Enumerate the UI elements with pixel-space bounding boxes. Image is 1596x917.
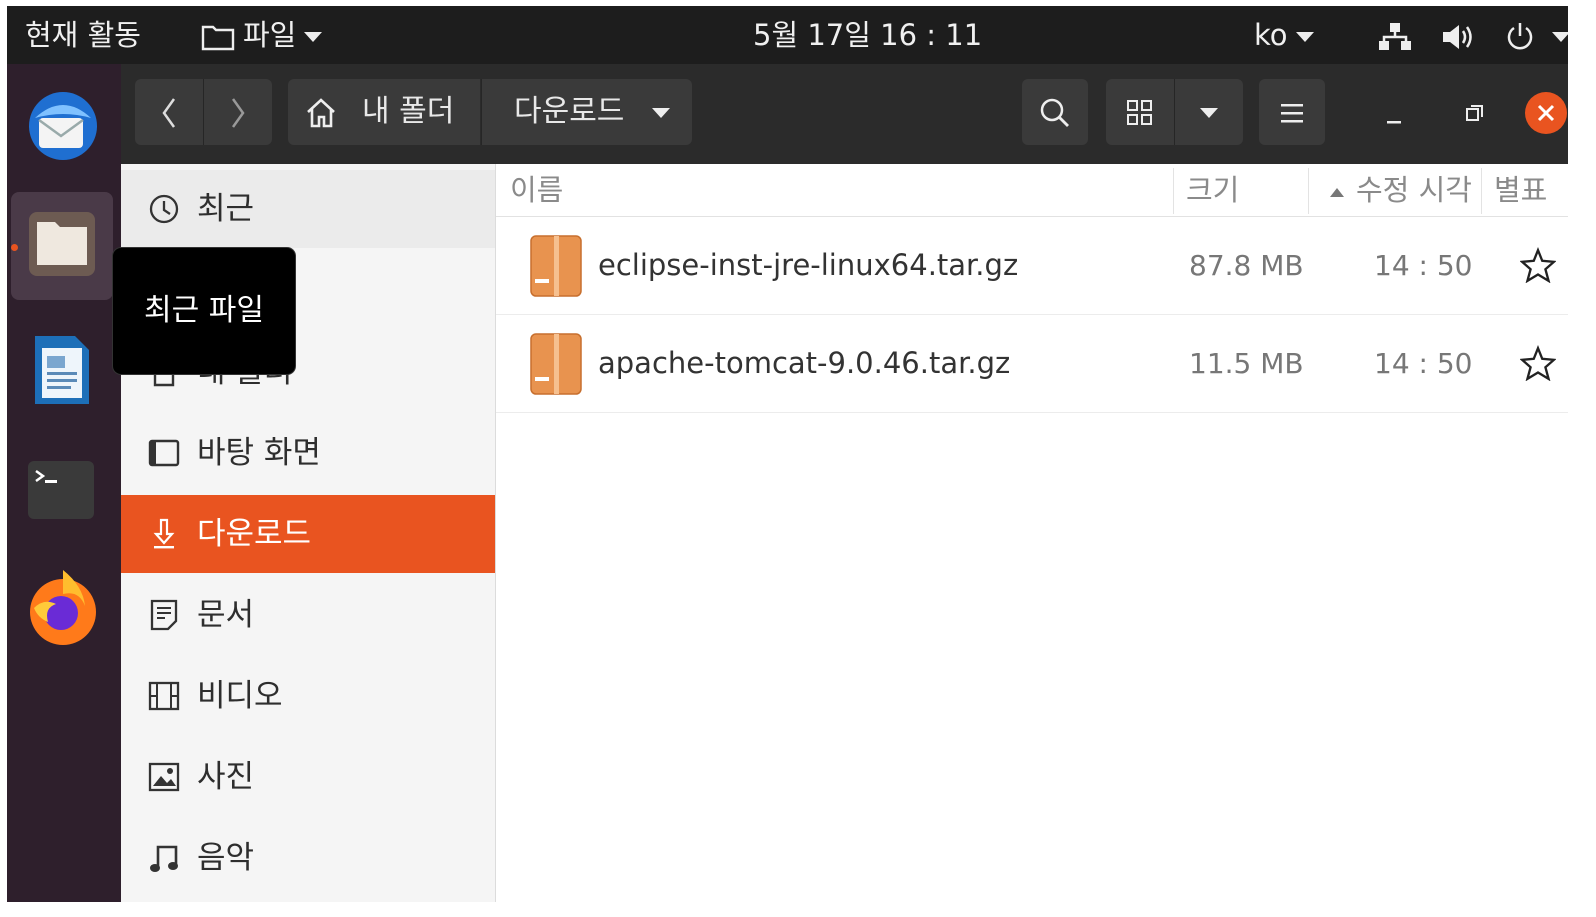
column-header-size[interactable]: 크기 bbox=[1186, 164, 1239, 216]
view-grid-button[interactable] bbox=[1106, 79, 1174, 145]
column-separator bbox=[1173, 168, 1174, 214]
close-icon bbox=[1537, 104, 1555, 122]
sidebar-item-label: 음악 bbox=[197, 840, 255, 876]
sidebar-item-pictures[interactable]: 사진 bbox=[121, 738, 495, 816]
video-icon bbox=[148, 681, 180, 711]
caret-down-icon bbox=[1552, 32, 1568, 42]
sidebar-item-recent[interactable]: 최근 bbox=[121, 170, 495, 248]
star-icon[interactable] bbox=[1520, 345, 1556, 381]
dock-writer[interactable] bbox=[7, 314, 121, 424]
search-button[interactable] bbox=[1022, 79, 1088, 145]
path-current-label: 다운로드 bbox=[514, 94, 625, 129]
music-icon bbox=[150, 845, 178, 872]
file-size: 87.8 MB bbox=[1189, 249, 1304, 282]
column-header-name[interactable]: 이름 bbox=[510, 164, 563, 216]
firefox-icon bbox=[30, 570, 96, 645]
file-modified: 14 : 50 bbox=[1374, 347, 1473, 380]
path-current-button[interactable]: 다운로드 bbox=[481, 79, 692, 145]
file-name: apache-tomcat-9.0.46.tar.gz bbox=[598, 346, 1011, 380]
sidebar-item-label: 사진 bbox=[197, 759, 255, 795]
file-row[interactable]: eclipse-inst-jre-linux64.tar.gz 87.8 MB … bbox=[496, 217, 1568, 315]
sidebar-item-label: 비디오 bbox=[197, 678, 283, 714]
file-list-header: 이름 크기 수정 시각 별표 bbox=[496, 164, 1568, 217]
volume-icon bbox=[1443, 25, 1472, 49]
running-indicator bbox=[11, 244, 18, 251]
hamburger-menu-icon bbox=[1281, 103, 1303, 122]
view-options-button[interactable] bbox=[1174, 79, 1243, 145]
system-menu[interactable] bbox=[1378, 6, 1568, 64]
app-menu[interactable]: 파일 bbox=[201, 6, 323, 64]
activities-button[interactable]: 현재 활동 bbox=[25, 6, 141, 64]
libreoffice-writer-icon bbox=[35, 336, 89, 404]
chevron-right-icon bbox=[231, 97, 245, 128]
dock-firefox[interactable] bbox=[7, 554, 121, 664]
sidebar-item-label: 최근 bbox=[197, 191, 255, 227]
maximize-button[interactable] bbox=[1441, 79, 1507, 145]
dock-files[interactable] bbox=[11, 192, 113, 300]
home-icon bbox=[307, 97, 335, 127]
sidebar-item-desktop[interactable]: 바탕 화면 bbox=[121, 414, 495, 492]
sidebar-item-videos[interactable]: 비디오 bbox=[121, 657, 495, 735]
caret-down-icon bbox=[304, 32, 323, 42]
power-icon bbox=[1508, 23, 1533, 50]
picture-icon bbox=[148, 762, 180, 792]
column-separator bbox=[1308, 168, 1309, 214]
column-header-modified-label: 수정 시각 bbox=[1356, 173, 1472, 207]
clock[interactable]: 5월 17일 16 : 11 bbox=[753, 6, 982, 64]
input-language-label: ko bbox=[1254, 18, 1288, 52]
sort-ascending-icon bbox=[1330, 188, 1344, 197]
sidebar-item-label: 다운로드 bbox=[197, 516, 312, 552]
column-separator bbox=[1481, 168, 1482, 214]
input-language[interactable]: ko bbox=[1254, 6, 1314, 64]
clock-icon bbox=[149, 194, 179, 224]
desktop-screen: 현재 활동 파일 5월 17일 16 : 11 ko 내 폴더 다운로드 최근 … bbox=[7, 6, 1568, 902]
file-row[interactable]: apache-tomcat-9.0.46.tar.gz 11.5 MB 14 :… bbox=[496, 315, 1568, 413]
file-name: eclipse-inst-jre-linux64.tar.gz bbox=[598, 248, 1019, 282]
minimize-button[interactable] bbox=[1361, 79, 1427, 145]
chevron-left-icon bbox=[162, 97, 176, 128]
top-bar: 현재 활동 파일 5월 17일 16 : 11 ko bbox=[7, 6, 1568, 64]
path-home-button[interactable]: 내 폴더 bbox=[288, 79, 480, 145]
file-modified: 14 : 50 bbox=[1374, 249, 1473, 282]
search-icon bbox=[1040, 98, 1069, 127]
column-header-modified[interactable]: 수정 시각 bbox=[1328, 164, 1472, 216]
sidebar-item-label: 문서 bbox=[197, 597, 255, 633]
dock-thunderbird[interactable] bbox=[7, 72, 121, 182]
tooltip: 최근 파일 bbox=[113, 248, 295, 374]
caret-down-icon bbox=[1295, 32, 1314, 42]
minimize-icon bbox=[1387, 121, 1401, 124]
grid-icon bbox=[1127, 99, 1152, 125]
dock bbox=[7, 64, 121, 902]
back-button[interactable] bbox=[135, 79, 203, 145]
archive-icon bbox=[530, 333, 582, 395]
path-home-label: 내 폴더 bbox=[362, 94, 455, 129]
sidebar-item-label: 바탕 화면 bbox=[197, 435, 321, 471]
desktop-icon bbox=[148, 439, 180, 467]
sidebar-item-music[interactable]: 음악 bbox=[121, 819, 495, 897]
terminal-icon bbox=[28, 461, 94, 519]
files-icon bbox=[29, 212, 95, 276]
column-header-star[interactable]: 별표 bbox=[1494, 164, 1547, 216]
restore-icon bbox=[1466, 105, 1483, 121]
network-icon bbox=[1379, 23, 1411, 50]
sidebar-item-downloads[interactable]: 다운로드 bbox=[121, 495, 495, 573]
star-icon[interactable] bbox=[1520, 247, 1556, 283]
app-menu-label: 파일 bbox=[243, 18, 297, 52]
file-size: 11.5 MB bbox=[1189, 347, 1304, 380]
thunderbird-icon bbox=[29, 92, 97, 160]
document-icon bbox=[150, 599, 178, 631]
archive-icon bbox=[530, 235, 582, 297]
main-menu-button[interactable] bbox=[1259, 79, 1325, 145]
caret-down-icon bbox=[1200, 107, 1218, 118]
download-icon bbox=[153, 518, 175, 549]
dock-terminal[interactable] bbox=[7, 434, 121, 544]
close-button[interactable] bbox=[1525, 92, 1567, 134]
caret-down-icon bbox=[652, 107, 671, 118]
header-bar: 내 폴더 다운로드 bbox=[121, 64, 1568, 164]
sidebar-item-documents[interactable]: 문서 bbox=[121, 576, 495, 654]
folder-icon bbox=[201, 25, 235, 51]
forward-button[interactable] bbox=[203, 79, 272, 145]
